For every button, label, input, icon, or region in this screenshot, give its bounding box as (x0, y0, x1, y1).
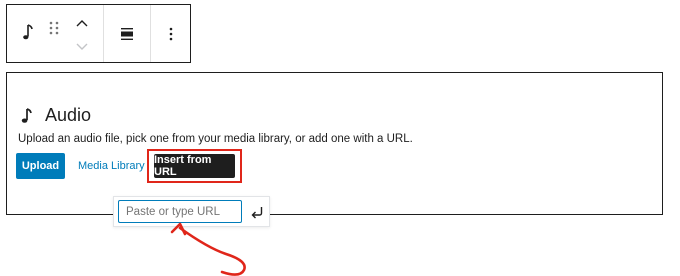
block-toolbar (6, 4, 191, 63)
chevron-up-icon (76, 20, 88, 27)
media-library-button[interactable]: Media Library (78, 153, 145, 179)
block-title-row: Audio (19, 105, 91, 126)
more-options-icon (169, 27, 172, 40)
music-note-icon (21, 107, 32, 123)
block-type-button[interactable] (19, 23, 35, 43)
music-note-icon (23, 24, 33, 40)
upload-button[interactable]: Upload (16, 153, 65, 179)
annotation-arrow (170, 222, 246, 276)
drag-handle-button[interactable] (47, 20, 61, 38)
move-down-button[interactable] (75, 41, 89, 53)
chevron-down-icon (76, 43, 88, 50)
block-controls-group (7, 5, 103, 62)
align-button[interactable] (119, 26, 135, 42)
highlight-box: Insert from URL (147, 149, 242, 183)
block-description: Upload an audio file, pick one from your… (18, 133, 413, 145)
drag-handle-icon (49, 21, 59, 35)
align-group (104, 5, 150, 62)
more-options-button[interactable] (168, 26, 174, 42)
block-title: Audio (45, 105, 92, 125)
options-group (151, 5, 190, 62)
align-icon (121, 27, 133, 40)
insert-from-url-button[interactable]: Insert from URL (154, 154, 235, 178)
audio-block-placeholder: Audio Upload an audio file, pick one fro… (6, 72, 663, 215)
move-up-button[interactable] (75, 17, 89, 29)
